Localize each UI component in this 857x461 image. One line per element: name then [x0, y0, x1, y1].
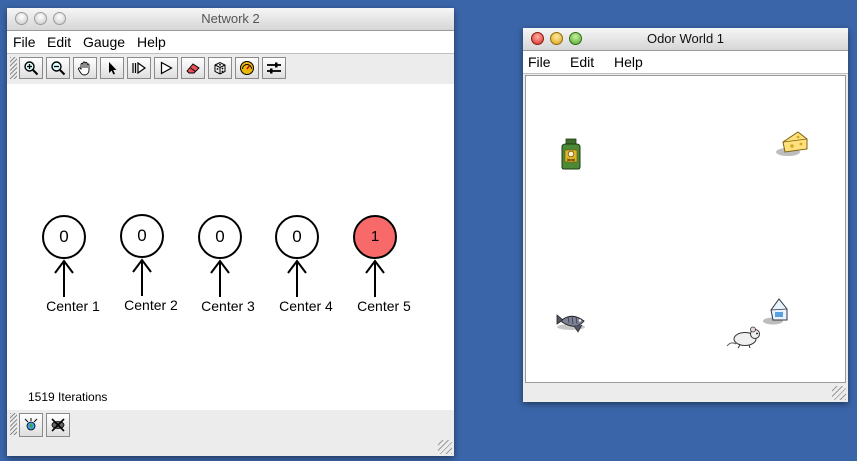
network-titlebar[interactable]: Network 2	[7, 8, 454, 31]
window-controls	[531, 32, 582, 45]
neuron-center-5[interactable]: 1	[353, 215, 397, 259]
neuron-center-4[interactable]: 0	[275, 215, 319, 259]
neuron-label: Center 3	[201, 298, 255, 314]
network-canvas[interactable]: 0 Center 1 0 Center 2 0 Center 3 0 Cente…	[7, 84, 454, 410]
menu-file[interactable]: File	[13, 31, 36, 53]
update-sliders-button[interactable]	[262, 57, 286, 79]
step-icon	[132, 61, 147, 75]
menu-help[interactable]: Help	[137, 31, 166, 53]
clear-world-button[interactable]	[46, 413, 70, 437]
neuron-center-1[interactable]: 0	[42, 215, 86, 259]
odor-world-canvas[interactable]	[525, 75, 846, 383]
randomize-icon	[214, 61, 226, 75]
neuron-label: Center 1	[46, 298, 100, 314]
close-window-button[interactable]	[531, 32, 544, 45]
menu-edit[interactable]: Edit	[47, 31, 71, 53]
gauge-button[interactable]	[235, 57, 259, 79]
zoom-in-icon	[24, 61, 39, 76]
zoom-in-button[interactable]	[19, 57, 43, 79]
neuron-center-3[interactable]: 0	[198, 215, 242, 259]
iteration-status: 1519 Iterations	[28, 390, 108, 404]
zoom-out-icon	[51, 61, 66, 76]
minimize-window-button[interactable]	[550, 32, 563, 45]
selection-button[interactable]	[100, 57, 124, 79]
neuron-label: Center 5	[357, 298, 411, 314]
minimize-window-button[interactable]	[34, 12, 47, 25]
play-button[interactable]	[154, 57, 178, 79]
window-title: Network 2	[201, 11, 260, 26]
selection-arrow-icon	[109, 62, 117, 75]
cheese-icon[interactable]	[776, 128, 810, 158]
zoom-window-button[interactable]	[53, 12, 66, 25]
synapse-arrow	[132, 258, 152, 296]
toolbar-grip[interactable]	[10, 57, 17, 79]
menu-edit[interactable]: Edit	[570, 51, 594, 73]
eraser-icon	[186, 63, 200, 74]
zoom-window-button[interactable]	[569, 32, 582, 45]
odor-world-menubar: File Edit Help	[523, 51, 848, 74]
menu-help[interactable]: Help	[614, 51, 643, 73]
neuron-center-2[interactable]: 0	[120, 214, 164, 258]
pan-button[interactable]	[73, 57, 97, 79]
synapse-arrow	[365, 259, 385, 297]
window-controls	[15, 12, 66, 25]
neuron-label: Center 4	[279, 298, 333, 314]
resize-handle[interactable]	[438, 440, 452, 454]
clear-world-icon	[51, 418, 65, 432]
zoom-out-button[interactable]	[46, 57, 70, 79]
network-menubar: File Edit Gauge Help	[7, 31, 454, 54]
fish-icon[interactable]	[554, 309, 590, 339]
poison-bottle-icon[interactable]	[559, 138, 583, 170]
gauge-icon	[240, 61, 254, 75]
world-link-icon	[24, 418, 38, 431]
synapse-arrow	[54, 259, 74, 297]
update-sliders-icon	[267, 62, 281, 74]
close-window-button[interactable]	[15, 12, 28, 25]
eraser-button[interactable]	[181, 57, 205, 79]
milk-carton-icon[interactable]	[762, 296, 792, 326]
menu-gauge[interactable]: Gauge	[83, 31, 125, 53]
resize-handle[interactable]	[832, 386, 846, 400]
bottom-toolbar	[7, 410, 454, 456]
step-button[interactable]	[127, 57, 151, 79]
bottom-toolbar-grip[interactable]	[10, 413, 17, 435]
play-icon	[160, 61, 173, 75]
mouse-icon[interactable]	[726, 324, 764, 350]
pan-hand-icon	[78, 61, 90, 76]
randomize-button[interactable]	[208, 57, 232, 79]
odor-world-titlebar[interactable]: Odor World 1	[523, 28, 848, 51]
world-link-button[interactable]	[19, 413, 43, 437]
synapse-arrow	[210, 259, 230, 297]
network-window: Network 2 File Edit Gauge Help 0 Center …	[7, 8, 454, 456]
menu-file[interactable]: File	[528, 51, 551, 73]
window-title: Odor World 1	[646, 31, 725, 46]
toolbar	[7, 54, 454, 83]
synapse-arrow	[287, 259, 307, 297]
odor-world-window: Odor World 1 File Edit Help	[523, 28, 848, 402]
